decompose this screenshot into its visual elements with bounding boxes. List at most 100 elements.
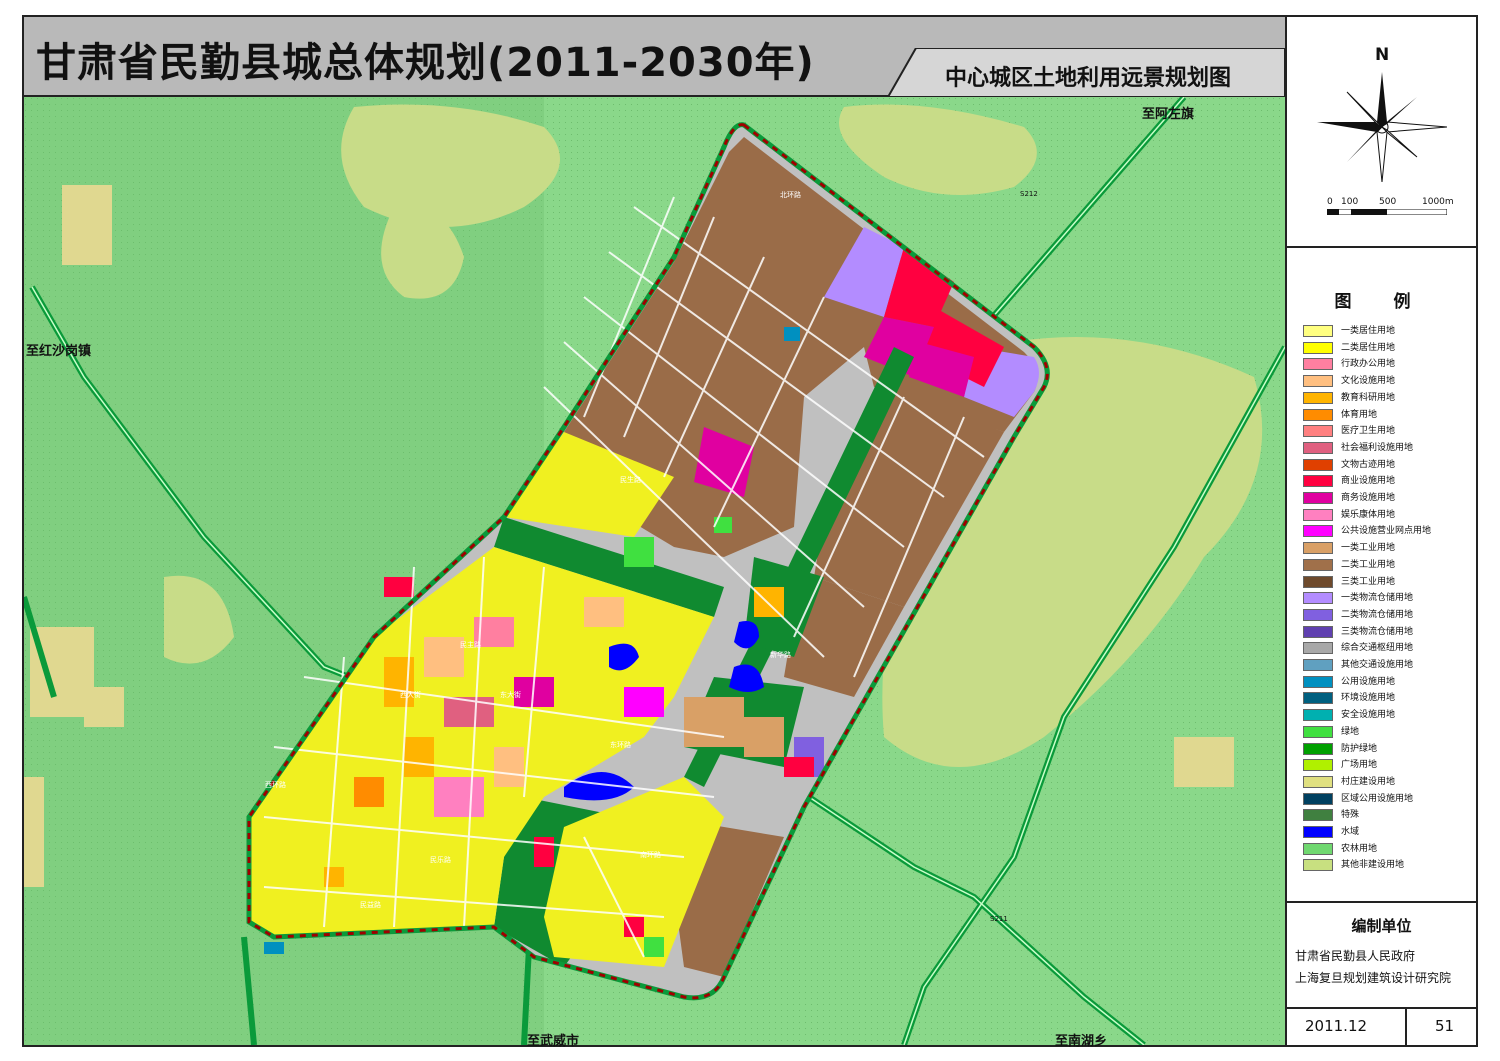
road-label: S211 [990, 915, 1008, 923]
legend-label: 一类居住用地 [1341, 326, 1396, 336]
legend-swatch [1303, 742, 1333, 755]
legend-swatch [1303, 675, 1333, 688]
legend-label: 商业设施用地 [1341, 476, 1396, 487]
road-label: 民生路 [620, 476, 641, 484]
plan-date: 2011.12 [1305, 1017, 1368, 1035]
legend-swatch [1303, 458, 1333, 471]
destination-west: 至红沙岗镇 [26, 344, 92, 359]
legend-swatch [1303, 542, 1333, 555]
legend-label: 特殊 [1341, 810, 1360, 821]
legend-swatch [1303, 792, 1333, 805]
compiler-name: 甘肃省民勤县人民政府 [1295, 949, 1416, 963]
legend-label: 其他交通设施用地 [1341, 660, 1414, 670]
north-label: N [1375, 45, 1390, 65]
legend-label: 村庄建设用地 [1341, 776, 1396, 787]
side-panel: N 0 100 500 1000m 图 例 一类居住用地 二类居住用地 行政办公用地… [1285, 17, 1476, 1045]
scale-label: 100 [1341, 197, 1359, 207]
destination-north: 至阿左旗 [1142, 107, 1195, 122]
legend-swatch [1303, 325, 1333, 337]
legend-label: 社会福利设施用地 [1341, 442, 1414, 453]
legend-swatch [1303, 826, 1333, 838]
legend-swatch [1303, 425, 1333, 438]
legend-swatch [1303, 625, 1333, 638]
legend-swatch [1303, 575, 1333, 588]
legend-swatch [1303, 692, 1333, 705]
legend-swatch [1303, 508, 1333, 521]
page-number: 51 [1435, 1017, 1455, 1035]
scale-label: 1000m [1422, 197, 1454, 207]
legend-swatch [1303, 725, 1333, 738]
legend-label: 二类物流仓储用地 [1341, 609, 1414, 620]
legend-swatch [1303, 408, 1333, 421]
north-arrow-icon [1317, 72, 1447, 182]
road-label: 西大街 [400, 691, 421, 699]
legend-label: 防护绿地 [1341, 743, 1378, 754]
legend-label: 二类工业用地 [1341, 559, 1396, 570]
legend-label: 环境设施用地 [1341, 693, 1396, 704]
legend-label: 公共设施营业网点用地 [1341, 526, 1432, 537]
scale-label: 0 [1327, 197, 1333, 207]
legend-swatch [1303, 775, 1333, 788]
legend-swatch [1303, 525, 1333, 538]
road-label: 南环路 [640, 851, 661, 859]
legend-swatch [1303, 659, 1333, 671]
legend-swatch [1303, 375, 1333, 388]
legend-label: 教育科研用地 [1341, 392, 1396, 403]
legend-swatch [1303, 391, 1333, 404]
destination-south: 至武威市 [527, 1034, 580, 1049]
legend-label: 三类工业用地 [1341, 576, 1396, 587]
legend-swatch [1303, 558, 1333, 571]
legend-label: 医疗卫生用地 [1341, 426, 1396, 437]
legend-label: 一类工业用地 [1341, 543, 1396, 554]
legend-label: 区域公用设施用地 [1341, 793, 1414, 804]
road-label: 东环路 [610, 741, 631, 749]
legend-swatch [1303, 859, 1333, 872]
legend-label: 体育用地 [1341, 409, 1378, 420]
map-subtitle: 中心城区土地利用远景规划图 [945, 66, 1232, 91]
legend-label: 水域 [1341, 827, 1360, 837]
legend-label: 娱乐康体用地 [1341, 509, 1396, 520]
legend-swatch [1303, 475, 1333, 488]
scale-label: 500 [1379, 197, 1397, 207]
road-label: 西环路 [265, 781, 286, 789]
legend-label: 安全设施用地 [1341, 710, 1396, 721]
legend-swatch [1303, 492, 1333, 504]
land-use-map[interactable] [24, 97, 1285, 1045]
map-title: 甘肃省民勤县城总体规划(2011-2030年) [36, 40, 815, 86]
compiler-name: 上海复旦规划建筑设计研究院 [1295, 971, 1452, 985]
legend-label: 商务设施用地 [1341, 493, 1396, 503]
destination-southeast: 至南湖乡 [1055, 1034, 1108, 1049]
road-label: S212 [1020, 190, 1038, 198]
road-label: 新华路 [770, 651, 791, 659]
legend-label: 行政办公用地 [1341, 359, 1396, 370]
road-label: 北环路 [780, 191, 801, 199]
legend-label: 三类物流仓储用地 [1341, 626, 1414, 637]
legend-swatch [1303, 441, 1333, 454]
legend-swatch [1303, 642, 1333, 655]
legend-swatch [1303, 709, 1333, 722]
legend-swatch [1303, 809, 1333, 822]
legend-label: 绿地 [1341, 726, 1360, 737]
legend-swatch [1303, 608, 1333, 621]
legend-swatch [1303, 592, 1333, 605]
legend-swatch [1303, 341, 1333, 354]
compiler-title: 编制单位 [1351, 917, 1412, 935]
legend-label: 文物古迹用地 [1341, 459, 1396, 470]
legend-swatch [1303, 358, 1333, 371]
legend-label: 农林用地 [1341, 843, 1378, 854]
road-label: 民益路 [360, 901, 381, 909]
legend-label: 二类居住用地 [1341, 342, 1396, 353]
road-label: 民主路 [460, 641, 481, 649]
legend-label: 综合交通枢纽用地 [1341, 643, 1414, 654]
legend-swatch [1303, 842, 1333, 855]
scale-bar [1327, 209, 1447, 215]
legend-label: 其他非建设用地 [1341, 860, 1405, 871]
legend-label: 广场用地 [1341, 760, 1378, 771]
legend-label: 公用设施用地 [1341, 676, 1396, 687]
legend-title: 图 例 [1334, 292, 1429, 312]
legend-label: 一类物流仓储用地 [1341, 593, 1414, 604]
road-label: 东大街 [500, 691, 521, 699]
legend-swatch [1303, 759, 1333, 772]
road-label: 民乐路 [430, 856, 451, 864]
legend-label: 文化设施用地 [1341, 376, 1396, 387]
